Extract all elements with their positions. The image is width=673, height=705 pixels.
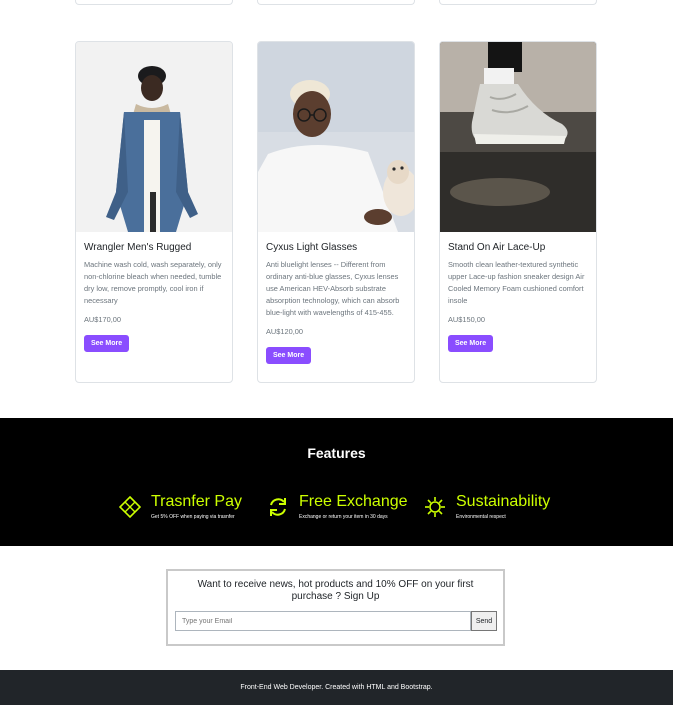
exchange-arrows-icon — [267, 496, 289, 518]
features-title: Features — [307, 445, 366, 461]
product-title: Cyxus Light Glasses — [266, 242, 358, 253]
feature-description: Get 5% OFF when paying via trasnfer — [151, 514, 235, 520]
product-title: Wrangler Men's Rugged — [84, 242, 192, 253]
send-button[interactable]: Send — [471, 611, 497, 631]
feature-free-exchange: Free Exchange Exchange or return your it… — [267, 493, 408, 520]
product-image-glasses — [258, 42, 414, 232]
feature-transfer-pay: Trasnfer Pay Get 5% OFF when paying via … — [118, 493, 242, 520]
footer: Front-End Web Developer. Created with HT… — [0, 670, 673, 705]
feature-description: Environmental respect — [456, 514, 506, 520]
product-description: Smooth clean leather-textured synthetic … — [448, 260, 585, 305]
feature-description: Exchange or return your item in 30 days — [299, 514, 388, 520]
product-image-jacket — [76, 42, 232, 232]
product-price: AU$120,00 — [266, 327, 303, 336]
feature-name: Free Exchange — [299, 493, 408, 510]
features-section: Features Trasnfer Pay Get 5% OFF when pa… — [0, 418, 673, 546]
product-image-sneakers — [440, 42, 596, 232]
feature-name: Trasnfer Pay — [151, 493, 242, 510]
product-title: Stand On Air Lace-Up — [448, 242, 546, 253]
product-description: Anti bluelight lenses -- Different from … — [266, 260, 400, 317]
product-card-glasses: Cyxus Light Glasses Anti bluelight lense… — [257, 41, 415, 383]
feature-name: Sustainability — [456, 493, 551, 510]
newsletter-form: Send — [175, 611, 497, 631]
previous-row-card-1 — [75, 0, 233, 5]
see-more-button[interactable]: See More — [448, 335, 494, 352]
product-price: AU$170,00 — [84, 315, 121, 324]
diamond-icon — [118, 495, 142, 519]
newsletter-text: Want to receive news, hot products and 1… — [197, 579, 474, 602]
feature-sustainability: Sustainability Environmental respect — [424, 493, 550, 520]
see-more-button[interactable]: See More — [266, 347, 312, 364]
email-input[interactable] — [175, 611, 471, 631]
product-description: Machine wash cold, wash separately, only… — [84, 260, 222, 305]
newsletter-box: Want to receive news, hot products and 1… — [166, 569, 505, 646]
previous-row-card-3 — [439, 0, 597, 5]
sun-icon — [424, 496, 446, 518]
product-card-sneakers: Stand On Air Lace-Up Smooth clean leathe… — [439, 41, 597, 383]
see-more-button[interactable]: See More — [84, 335, 130, 352]
product-price: AU$150,00 — [448, 315, 485, 324]
footer-text: Front-End Web Developer. Created with HT… — [240, 684, 433, 691]
previous-row-card-2 — [257, 0, 415, 5]
product-card-wrangler: Wrangler Men's Rugged Machine wash cold,… — [75, 41, 233, 383]
